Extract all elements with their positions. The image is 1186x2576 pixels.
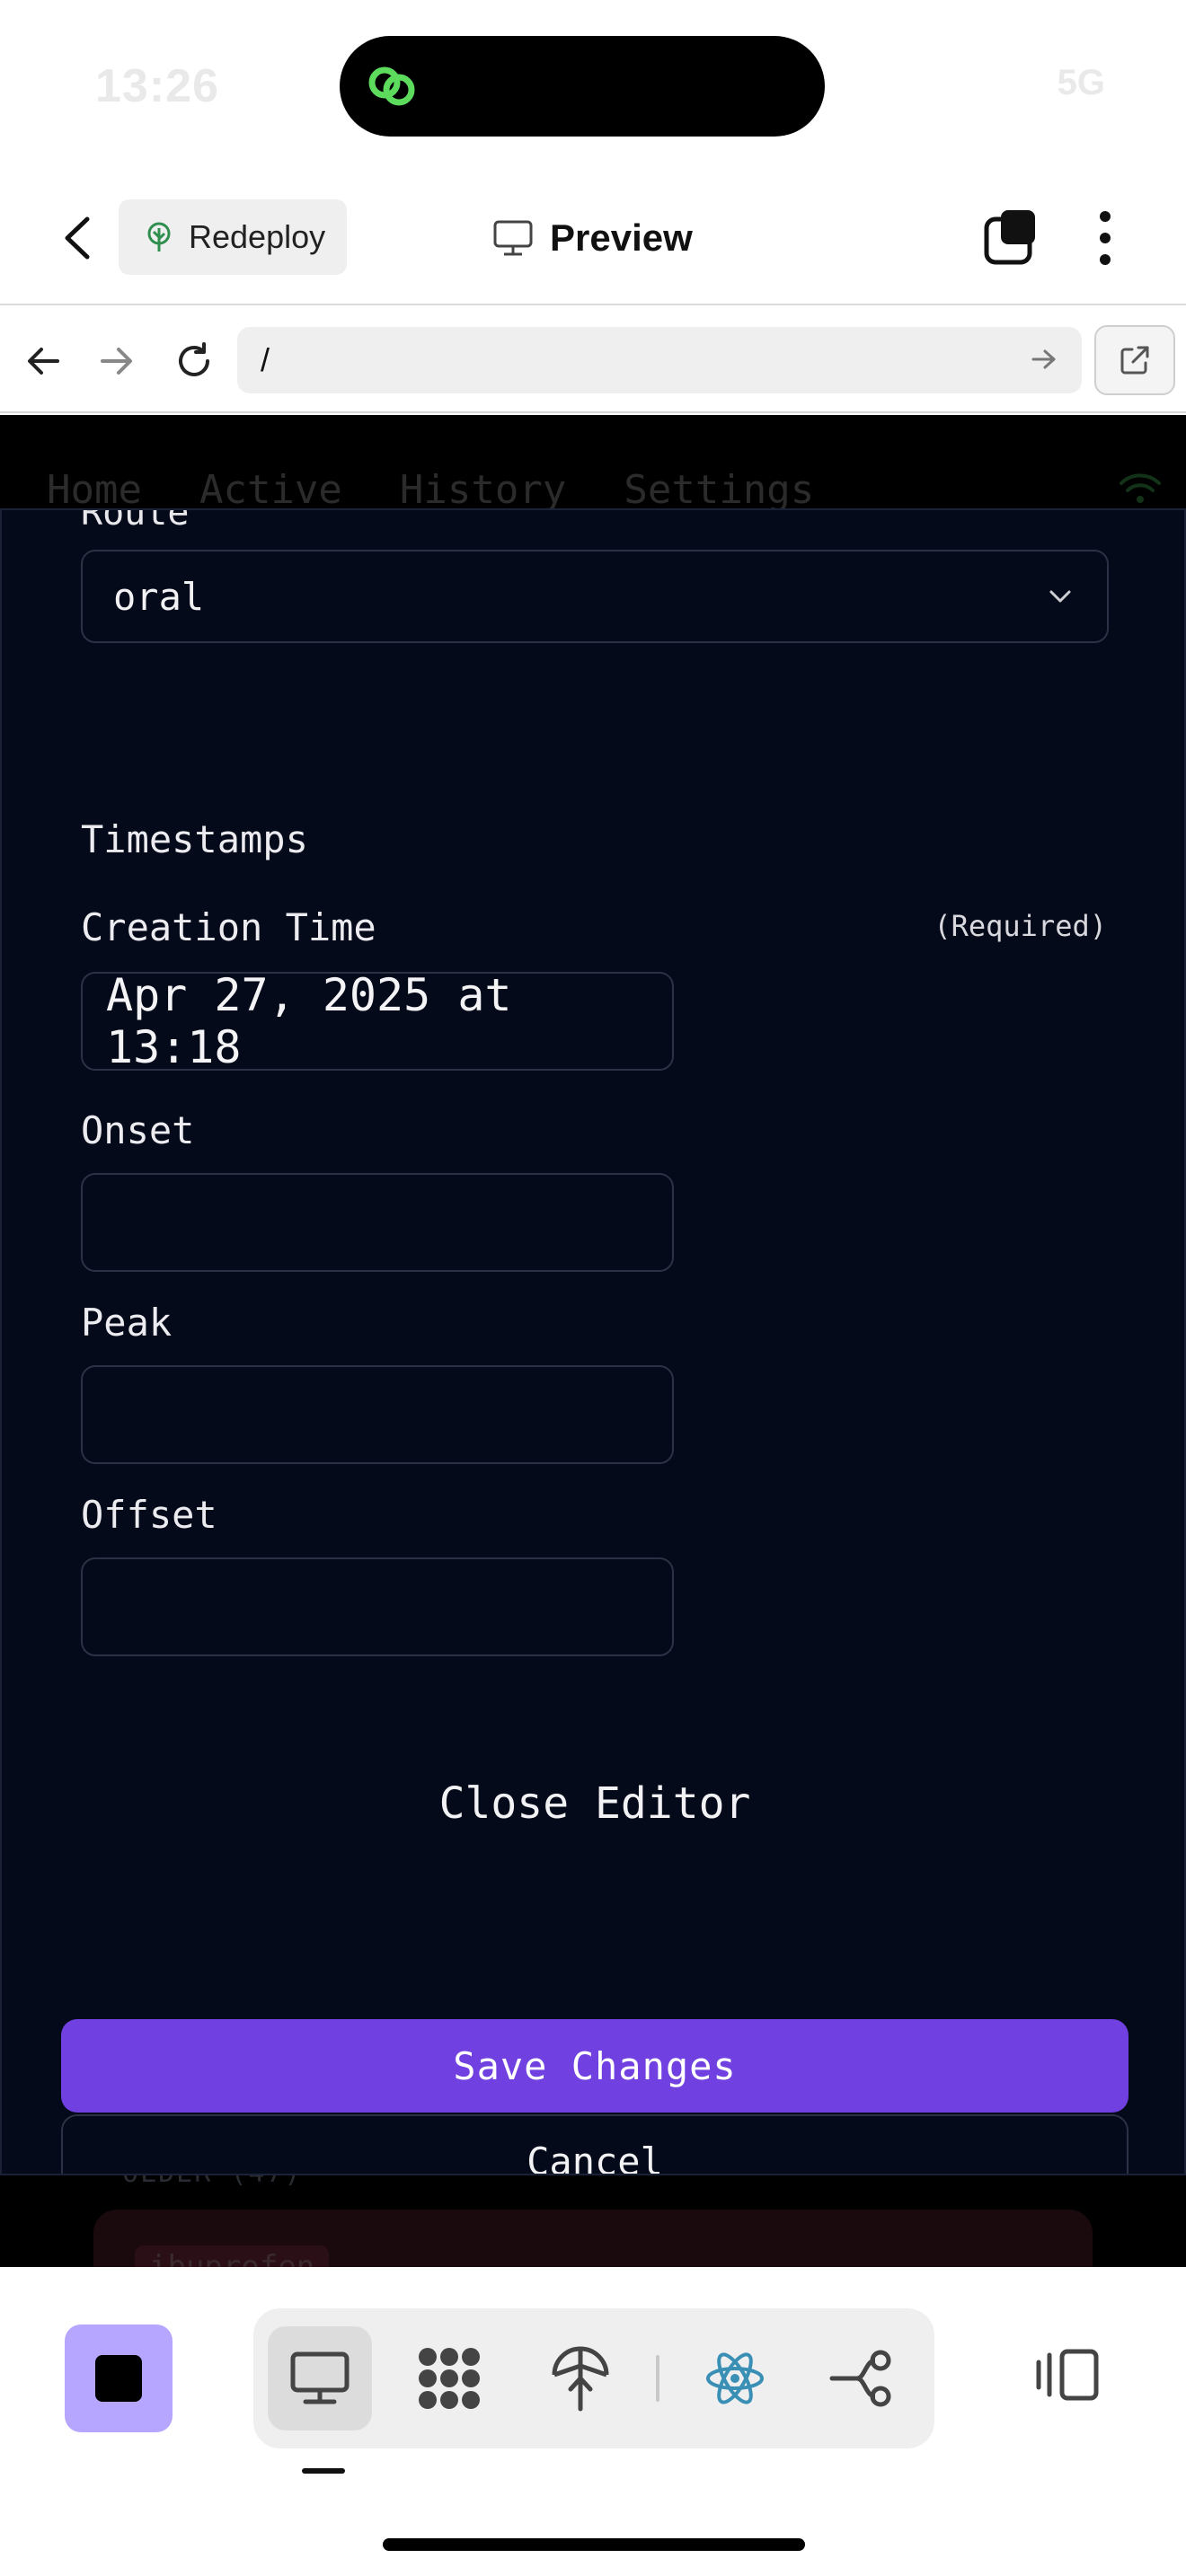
- tree-icon: [147, 222, 171, 251]
- redeploy-button[interactable]: Redeploy: [119, 199, 347, 275]
- more-vertical-icon[interactable]: [1078, 207, 1132, 269]
- link-icon: [368, 66, 415, 106]
- required-label: (Required): [934, 909, 1107, 943]
- tabs-button[interactable]: [979, 207, 1042, 269]
- substance-chip: ibuprofen: [135, 2245, 330, 2267]
- react-tab[interactable]: [683, 2326, 787, 2430]
- save-changes-button[interactable]: Save Changes: [61, 2019, 1128, 2113]
- preview-label: Preview: [550, 216, 693, 259]
- offset-label: Offset: [81, 1493, 217, 1537]
- tabs-icon: [984, 210, 1035, 265]
- close-editor-button[interactable]: Close Editor: [2, 1778, 1184, 1829]
- external-link-icon: [1120, 346, 1149, 375]
- editor-modal: Route oral Timestamps Creation Time (Req…: [0, 508, 1186, 2175]
- peak-label: Peak: [81, 1301, 173, 1345]
- redeploy-label: Redeploy: [189, 218, 326, 255]
- toolbar-separator: [656, 2355, 659, 2402]
- active-tab-indicator: [302, 2468, 345, 2474]
- arrow-right-icon[interactable]: [90, 334, 144, 388]
- webview: Home Active History Settings OLDER (47) …: [0, 415, 1186, 2267]
- peak-input[interactable]: [81, 1365, 674, 1464]
- browser-bar: /: [0, 307, 1186, 413]
- git-branch-icon: [829, 2350, 891, 2407]
- creation-time-value: Apr 27, 2025 at 13:18: [106, 969, 512, 1073]
- bottom-toolbar: [0, 2267, 1186, 2576]
- status-bar: 13:26 5G: [0, 0, 1186, 171]
- url-input[interactable]: /: [237, 327, 1082, 393]
- nav-settings[interactable]: Settings: [624, 467, 814, 513]
- onset-label: Onset: [81, 1108, 195, 1152]
- route-value: oral: [113, 574, 205, 619]
- route-label: Route: [81, 508, 190, 534]
- preview-tab[interactable]: [268, 2326, 372, 2430]
- apps-tab[interactable]: [397, 2326, 501, 2430]
- stop-icon: [95, 2355, 142, 2402]
- back-button[interactable]: [50, 208, 104, 268]
- status-time: 13:26: [95, 60, 219, 112]
- background-nav: Home Active History Settings: [47, 467, 814, 513]
- dynamic-island: [340, 36, 825, 137]
- wifi-icon: [1120, 473, 1161, 503]
- open-external-button[interactable]: [1094, 325, 1175, 395]
- chevron-left-icon: [65, 216, 90, 260]
- timestamps-title: Timestamps: [81, 817, 308, 861]
- git-tab[interactable]: [809, 2326, 913, 2430]
- arrow-left-icon[interactable]: [16, 334, 70, 388]
- status-signal: 5G: [1057, 63, 1105, 102]
- app-header: Redeploy Preview: [0, 171, 1186, 305]
- nav-active[interactable]: Active: [199, 467, 342, 513]
- onset-input[interactable]: [81, 1173, 674, 1272]
- arrow-right-icon: [1031, 349, 1056, 369]
- chevron-down-icon: [1049, 590, 1071, 603]
- preview-title[interactable]: Preview: [492, 207, 693, 269]
- monitor-icon: [290, 2351, 350, 2404]
- stop-button[interactable]: [65, 2325, 173, 2432]
- history-card[interactable]: ibuprofen: [93, 2210, 1093, 2267]
- url-text: /: [261, 341, 270, 378]
- cancel-button[interactable]: Cancel: [61, 2114, 1128, 2174]
- deploy-icon: [552, 2346, 609, 2412]
- creation-time-input[interactable]: Apr 27, 2025 at 13:18: [81, 969, 674, 1073]
- tool-group: [253, 2308, 934, 2448]
- creation-time-label: Creation Time: [81, 905, 376, 949]
- go-button[interactable]: [1024, 340, 1064, 379]
- panel-toggle-button[interactable]: [1031, 2339, 1103, 2411]
- reload-icon[interactable]: [167, 334, 221, 388]
- route-select[interactable]: oral: [81, 550, 1109, 643]
- react-icon: [706, 2352, 764, 2404]
- nav-home[interactable]: Home: [47, 467, 142, 513]
- panel-icon: [1036, 2349, 1099, 2401]
- monitor-icon: [493, 220, 533, 256]
- apps-icon: [419, 2348, 480, 2409]
- nav-history[interactable]: History: [400, 467, 566, 513]
- home-indicator: [383, 2538, 805, 2551]
- deploy-tab[interactable]: [528, 2326, 633, 2430]
- offset-input[interactable]: [81, 1557, 674, 1656]
